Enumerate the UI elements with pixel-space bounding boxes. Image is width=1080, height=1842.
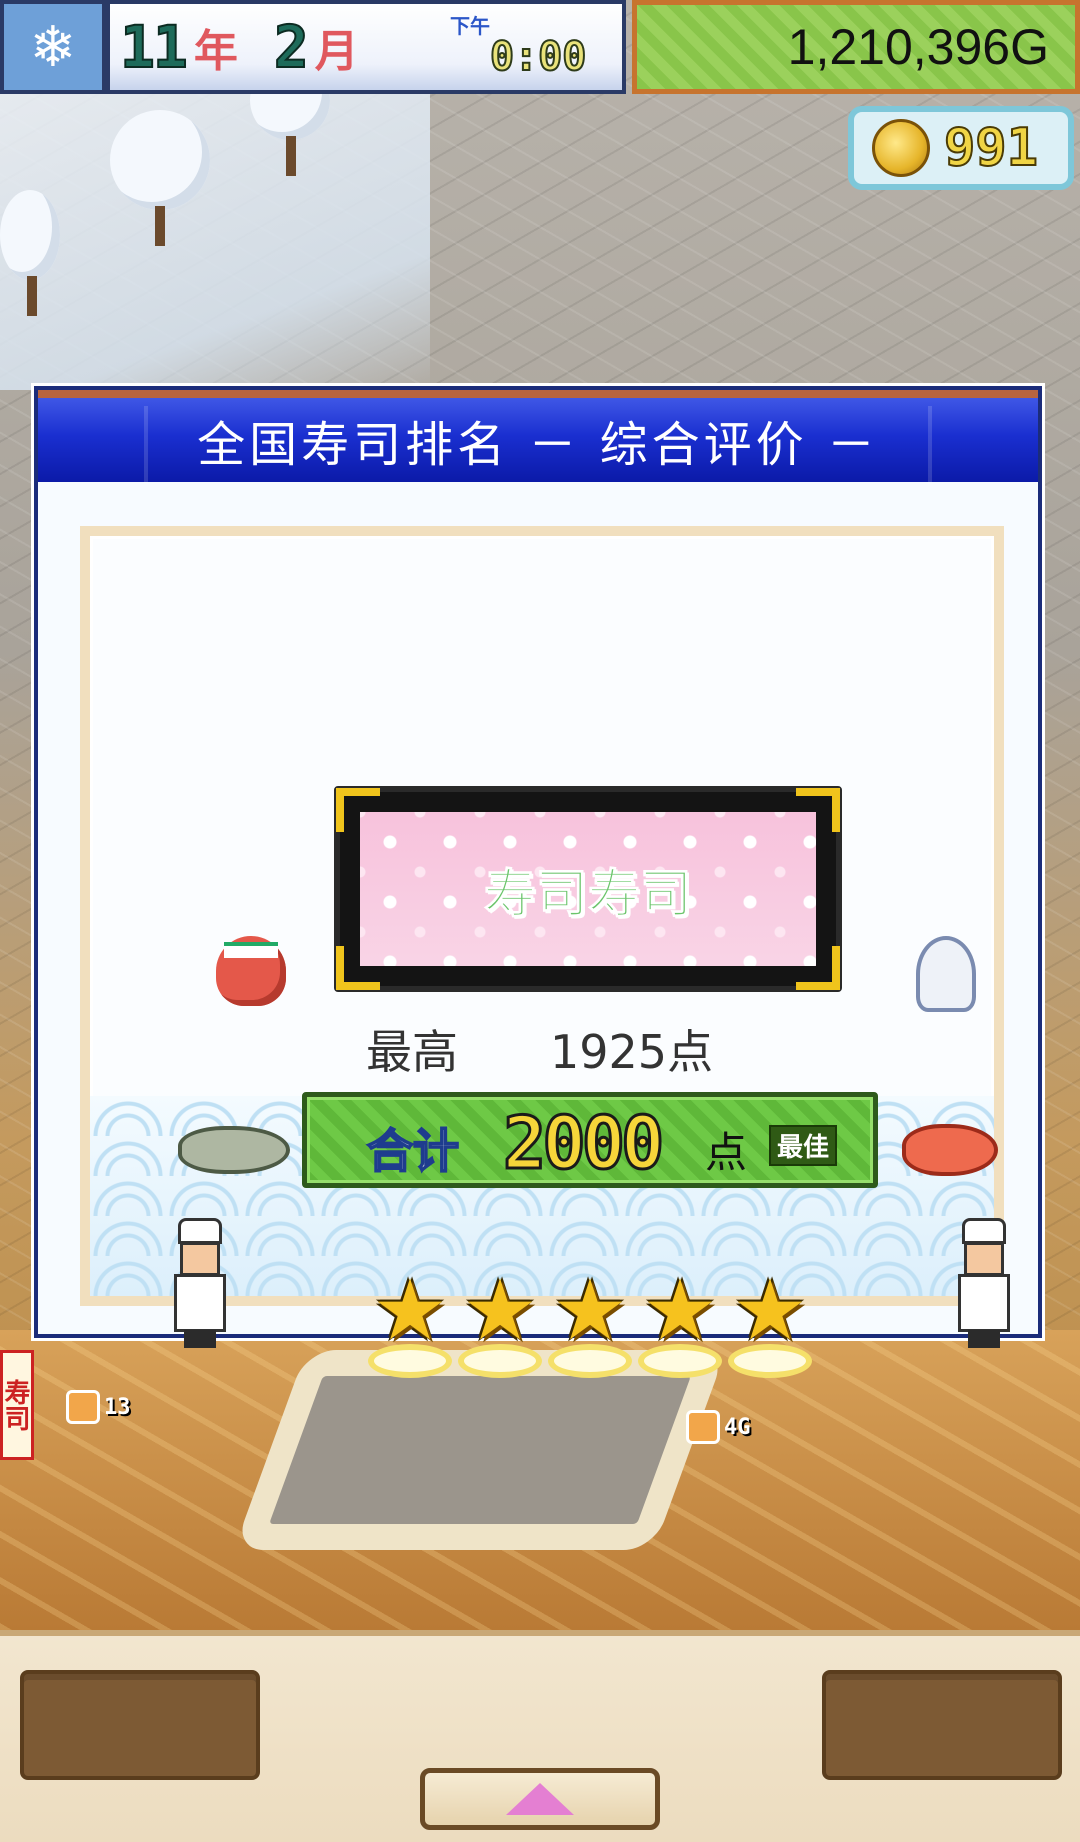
star-filled-icon: ★ (732, 1261, 808, 1359)
money-display: 1,210,396G (632, 0, 1080, 94)
plaque-inner: 寿司寿司 (360, 812, 816, 966)
clock-time: 0:00 (489, 33, 587, 81)
stall-badge[interactable]: 13 (66, 1390, 131, 1424)
expand-menu-button[interactable] (420, 1768, 660, 1830)
stall-chip-icon (686, 1410, 720, 1444)
star-filled-icon: ★ (642, 1261, 718, 1359)
snow-tree (0, 190, 60, 316)
chef-icon (954, 1218, 1014, 1348)
total-score-bar: 合计 2000 点 最佳 (302, 1092, 878, 1188)
star-filled-icon: ★ (552, 1261, 628, 1359)
snowflake-icon: ❄ (29, 14, 77, 80)
squid-icon (916, 936, 976, 1012)
stall-badge[interactable]: 4G (686, 1410, 751, 1444)
sea-bream-icon (902, 1124, 998, 1176)
best-score-value: 1925点 (550, 1025, 714, 1079)
left-menu-slot[interactable] (20, 1670, 260, 1780)
chef-icon (170, 1218, 230, 1348)
star-filled-icon: ★ (372, 1261, 448, 1359)
total-label: 合计 (366, 1123, 460, 1179)
stall-chip-icon (66, 1390, 100, 1424)
coin-count: 991 (943, 117, 1039, 179)
right-menu-slot[interactable] (822, 1670, 1062, 1780)
weather-indicator: ❄ (0, 0, 106, 94)
octopus-icon (216, 936, 286, 1006)
shop-name: 寿司寿司 (483, 864, 692, 925)
coin-counter[interactable]: 991 (848, 106, 1074, 190)
year-value: 11 (119, 12, 189, 82)
triangle-up-icon (506, 1783, 574, 1815)
best-score-label: 最高 (366, 1025, 458, 1079)
star-slot: ★ (728, 1268, 812, 1382)
total-value: 2000 (501, 1100, 665, 1187)
best-badge: 最佳 (769, 1125, 838, 1166)
snow-ground (0, 90, 430, 390)
ranking-panel: 寿司寿司 最高 1925点 合计 2000 点 最佳 ★ ★ ★ ★ ★ (80, 526, 1010, 1378)
sushi-banner: 寿司 (0, 1350, 34, 1460)
star-slot: ★ (638, 1268, 722, 1382)
ranking-dialog[interactable]: 全国寿司排名 － 综合评价 － 寿司寿司 最高 1925点 合计 2000 点 … (34, 386, 1042, 1378)
dialog-title: 全国寿司排名 － 综合评价 － (197, 417, 879, 473)
shop-name-plaque: 寿司寿司 (334, 786, 842, 992)
stall-badge-value: 13 (104, 1394, 131, 1420)
date-panel: 11 年 2 月 下午 0:00 (106, 0, 626, 94)
month-value: 2 (273, 12, 310, 82)
coin-icon (872, 119, 930, 177)
dialog-header: 全国寿司排名 － 综合评价 － (38, 390, 1038, 482)
snow-tree (110, 110, 210, 246)
star-rating: ★ ★ ★ ★ ★ (368, 1268, 818, 1382)
total-unit: 点 (705, 1128, 748, 1177)
month-unit: 月 (314, 26, 359, 77)
stall-badge-value: 4G (724, 1414, 751, 1440)
period-label: 下午 (450, 14, 490, 38)
bottom-bar (0, 1630, 1080, 1842)
star-slot: ★ (368, 1268, 452, 1382)
star-slot: ★ (458, 1268, 542, 1382)
star-filled-icon: ★ (462, 1261, 538, 1359)
money-value: 1,210,396G (787, 19, 1049, 75)
fish-icon (178, 1126, 290, 1174)
star-slot: ★ (548, 1268, 632, 1382)
year-unit: 年 (193, 26, 238, 77)
